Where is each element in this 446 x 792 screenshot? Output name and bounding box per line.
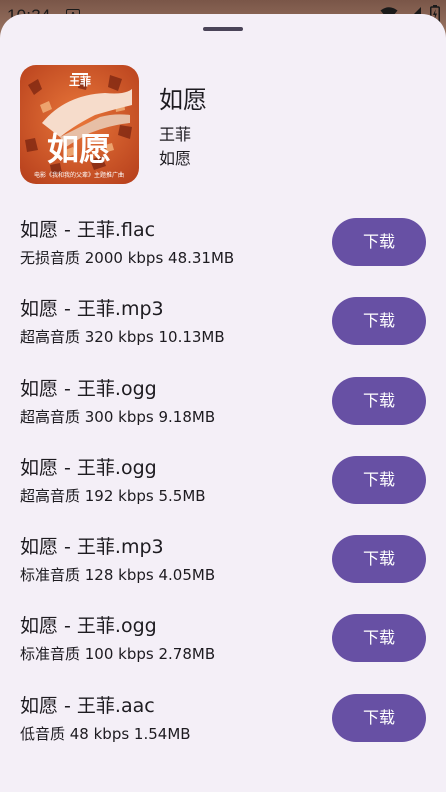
song-album: 如愿 [159, 149, 192, 168]
file-info: 标准音质 100 kbps 2.78MB [20, 645, 216, 664]
file-name: 如愿 - 王菲.aac [20, 694, 155, 717]
song-header: 王菲 如愿 电影《我和我的父辈》主题推广曲 如愿 王菲 如愿 [20, 65, 426, 185]
list-item: 如愿 - 王菲.ogg 超高音质 192 kbps 5.5MB 下载 [0, 452, 446, 531]
drag-handle[interactable] [203, 27, 243, 31]
file-info: 无损音质 2000 kbps 48.31MB [20, 249, 235, 267]
list-item: 如愿 - 王菲.ogg 超高音质 300 kbps 9.18MB 下载 [0, 373, 446, 452]
file-name: 如愿 - 王菲.ogg [20, 615, 157, 638]
cover-artist-text: 王菲 [69, 74, 91, 88]
file-name: 如愿 - 王菲.mp3 [20, 298, 164, 321]
file-name: 如愿 - 王菲.ogg [20, 377, 157, 400]
song-title: 如愿 [159, 86, 207, 114]
download-button[interactable]: 下载 [332, 535, 426, 584]
list-item: 如愿 - 王菲.mp3 标准音质 128 kbps 4.05MB 下载 [0, 531, 446, 610]
download-button[interactable]: 下载 [332, 218, 426, 266]
download-button[interactable]: 下载 [332, 297, 426, 346]
file-info: 超高音质 320 kbps 10.13MB [20, 328, 225, 347]
cover-subtitle-text: 电影《我和我的父辈》主题推广曲 [34, 171, 124, 179]
file-name: 如愿 - 王菲.flac [20, 219, 156, 241]
file-name: 如愿 - 王菲.ogg [20, 456, 157, 479]
album-cover: 王菲 如愿 电影《我和我的父辈》主题推广曲 [20, 65, 139, 184]
download-list: 如愿 - 王菲.flac 无损音质 2000 kbps 48.31MB 下载 如… [0, 214, 446, 769]
download-button[interactable]: 下载 [332, 376, 426, 425]
file-info: 标准音质 128 kbps 4.05MB [20, 566, 216, 585]
file-name: 如愿 - 王菲.mp3 [20, 536, 164, 559]
cover-title-text: 如愿 [47, 130, 111, 168]
file-info: 超高音质 192 kbps 5.5MB [20, 486, 206, 505]
song-artist: 王菲 [159, 125, 192, 144]
download-button[interactable]: 下载 [332, 693, 426, 742]
list-item: 如愿 - 王菲.flac 无损音质 2000 kbps 48.31MB 下载 [0, 214, 446, 293]
download-button[interactable]: 下载 [332, 614, 426, 663]
album-cover-art: 王菲 如愿 电影《我和我的父辈》主题推广曲 [20, 65, 139, 184]
file-info: 超高音质 300 kbps 9.18MB [20, 407, 216, 426]
list-item: 如愿 - 王菲.aac 低音质 48 kbps 1.54MB 下载 [0, 690, 446, 769]
song-meta: 如愿 王菲 如愿 [159, 85, 207, 171]
download-button[interactable]: 下载 [332, 455, 426, 504]
file-info: 低音质 48 kbps 1.54MB [20, 724, 191, 743]
list-item: 如愿 - 王菲.ogg 标准音质 100 kbps 2.78MB 下载 [0, 610, 446, 689]
list-item: 如愿 - 王菲.mp3 超高音质 320 kbps 10.13MB 下载 [0, 293, 446, 372]
